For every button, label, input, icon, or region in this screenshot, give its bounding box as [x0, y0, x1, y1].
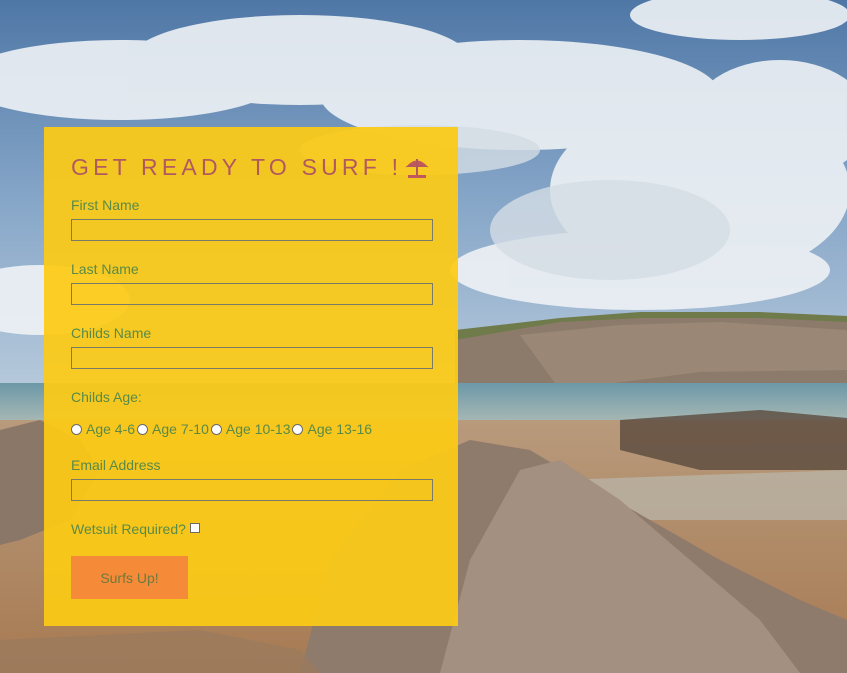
beach-umbrella-icon [404, 156, 430, 184]
last-name-label: Last Name [71, 261, 139, 277]
email-field[interactable] [71, 479, 433, 501]
submit-button[interactable]: Surfs Up! [71, 556, 188, 599]
signup-form-card: GET READY TO SURF ! First Name Last Name… [44, 127, 458, 626]
email-label: Email Address [71, 457, 161, 473]
age-option-4-6[interactable]: Age 4-6 [71, 421, 135, 437]
radio-button[interactable] [71, 423, 82, 435]
age-option-13-16[interactable]: Age 13-16 [292, 421, 372, 437]
childs-age-radio-group: Age 4-6 Age 7-10 Age 10-13 Age 13-16 [71, 421, 374, 437]
childs-age-label: Childs Age: [71, 389, 142, 405]
radio-button[interactable] [292, 423, 304, 435]
age-option-10-13[interactable]: Age 10-13 [210, 421, 291, 437]
last-name-field[interactable] [71, 283, 433, 305]
wetsuit-checkbox[interactable] [189, 523, 200, 533]
age-option-label: Age 4-6 [86, 421, 136, 437]
form-title: GET READY TO SURF ! [71, 154, 430, 184]
radio-button[interactable] [137, 423, 149, 435]
wetsuit-label: Wetsuit Required? [71, 521, 186, 537]
age-option-7-10[interactable]: Age 7-10 [137, 421, 209, 437]
childs-name-label: Childs Name [71, 325, 152, 341]
radio-button[interactable] [210, 423, 222, 435]
wetsuit-row: Wetsuit Required? [71, 521, 200, 537]
age-option-label: Age 10-13 [225, 421, 291, 437]
first-name-label: First Name [71, 197, 140, 213]
form-title-text: GET READY TO SURF ! [71, 154, 403, 180]
childs-name-field[interactable] [71, 347, 433, 369]
first-name-field[interactable] [71, 219, 433, 241]
age-option-label: Age 7-10 [152, 421, 209, 437]
age-option-label: Age 13-16 [307, 421, 373, 437]
